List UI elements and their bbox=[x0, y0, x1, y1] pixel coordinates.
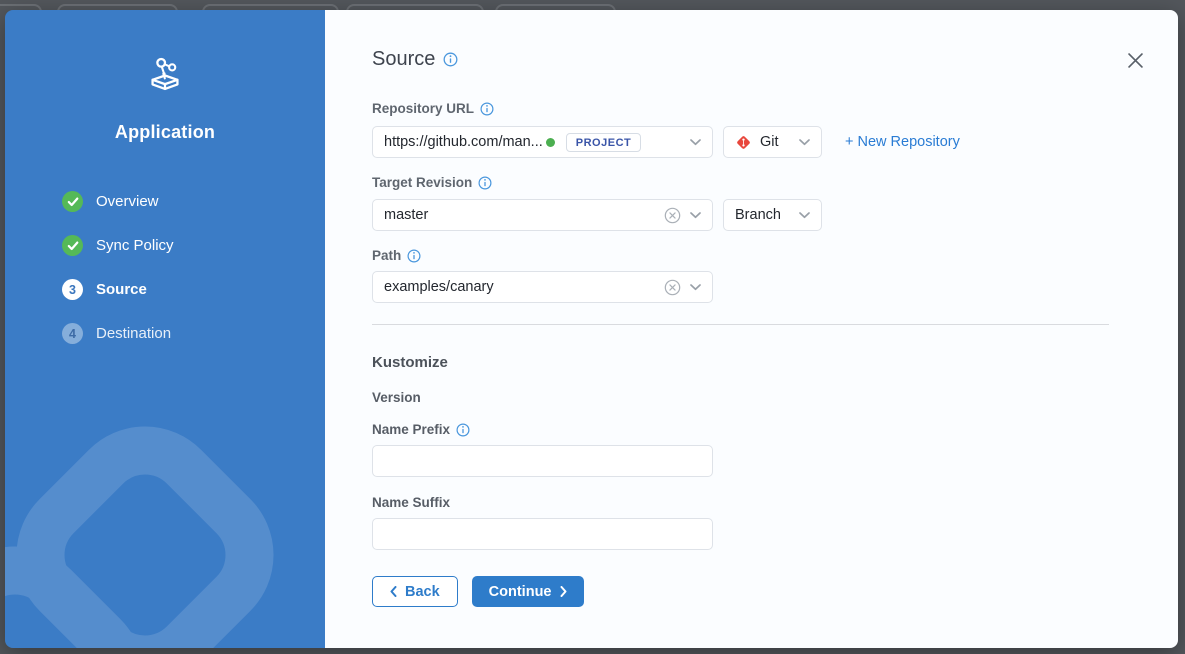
clear-icon[interactable] bbox=[664, 279, 681, 296]
step-label: Sync Policy bbox=[96, 237, 174, 254]
back-button[interactable]: Back bbox=[372, 576, 458, 607]
chevron-right-icon bbox=[560, 586, 567, 597]
repo-type-value: Git bbox=[760, 134, 779, 150]
info-icon[interactable] bbox=[480, 102, 494, 116]
project-badge: PROJECT bbox=[566, 133, 641, 152]
path-label: Path bbox=[372, 248, 401, 263]
new-repository-link[interactable]: + New Repository bbox=[845, 134, 960, 150]
chevron-down-icon bbox=[690, 139, 701, 146]
step-label: Source bbox=[96, 281, 147, 298]
target-revision-value: master bbox=[384, 207, 428, 223]
target-revision-input[interactable]: master bbox=[372, 199, 713, 231]
path-value: examples/canary bbox=[384, 279, 494, 295]
repo-connected-dot bbox=[546, 138, 555, 147]
chevron-down-icon bbox=[799, 139, 810, 146]
name-suffix-label: Name Suffix bbox=[372, 495, 450, 510]
back-button-label: Back bbox=[405, 584, 440, 600]
info-icon[interactable] bbox=[443, 52, 458, 67]
check-icon bbox=[62, 235, 83, 256]
git-icon bbox=[735, 134, 752, 151]
name-prefix-label: Name Prefix bbox=[372, 422, 450, 437]
step-source[interactable]: 3 Source bbox=[62, 279, 325, 300]
info-icon[interactable] bbox=[478, 176, 492, 190]
wizard-steps: Overview Sync Policy 3 Source 4 Destinat… bbox=[62, 191, 325, 344]
chevron-down-icon bbox=[799, 212, 810, 219]
version-label: Version bbox=[372, 390, 1178, 405]
continue-button-label: Continue bbox=[489, 584, 552, 600]
clear-icon[interactable] bbox=[664, 207, 681, 224]
chevron-left-icon bbox=[390, 586, 397, 597]
wizard-sidebar: Application Overview Sync Policy 3 Sourc… bbox=[5, 10, 325, 648]
page-title: Source bbox=[372, 48, 435, 71]
repo-type-select[interactable]: Git bbox=[723, 126, 822, 158]
step-number-badge: 4 bbox=[62, 323, 83, 344]
repository-url-select[interactable]: https://github.com/man... PROJECT bbox=[372, 126, 713, 158]
repository-url-label: Repository URL bbox=[372, 101, 474, 116]
close-icon[interactable] bbox=[1125, 50, 1145, 70]
revision-type-select[interactable]: Branch bbox=[723, 199, 822, 231]
info-icon[interactable] bbox=[407, 249, 421, 263]
step-label: Overview bbox=[96, 193, 159, 210]
info-icon[interactable] bbox=[456, 423, 470, 437]
revision-type-value: Branch bbox=[735, 207, 781, 223]
wizard-title: Application bbox=[5, 122, 325, 143]
step-number-badge: 3 bbox=[62, 279, 83, 300]
step-overview[interactable]: Overview bbox=[62, 191, 325, 212]
kustomize-heading: Kustomize bbox=[372, 354, 1178, 371]
chevron-down-icon bbox=[690, 212, 701, 219]
name-prefix-input[interactable] bbox=[372, 445, 713, 477]
path-input[interactable]: examples/canary bbox=[372, 271, 713, 303]
repository-url-value: https://github.com/man... bbox=[384, 134, 543, 150]
name-suffix-input[interactable] bbox=[372, 518, 713, 550]
step-sync-policy[interactable]: Sync Policy bbox=[62, 235, 325, 256]
continue-button[interactable]: Continue bbox=[472, 576, 584, 607]
application-box-icon bbox=[143, 56, 187, 96]
application-wizard-modal: Application Overview Sync Policy 3 Sourc… bbox=[5, 10, 1178, 648]
section-divider bbox=[372, 324, 1109, 325]
target-revision-label: Target Revision bbox=[372, 175, 472, 190]
step-destination[interactable]: 4 Destination bbox=[62, 323, 325, 344]
chevron-down-icon bbox=[690, 284, 701, 291]
check-icon bbox=[62, 191, 83, 212]
step-label: Destination bbox=[96, 325, 171, 342]
source-form-panel: Source Repository URL https://github.com… bbox=[325, 10, 1178, 648]
